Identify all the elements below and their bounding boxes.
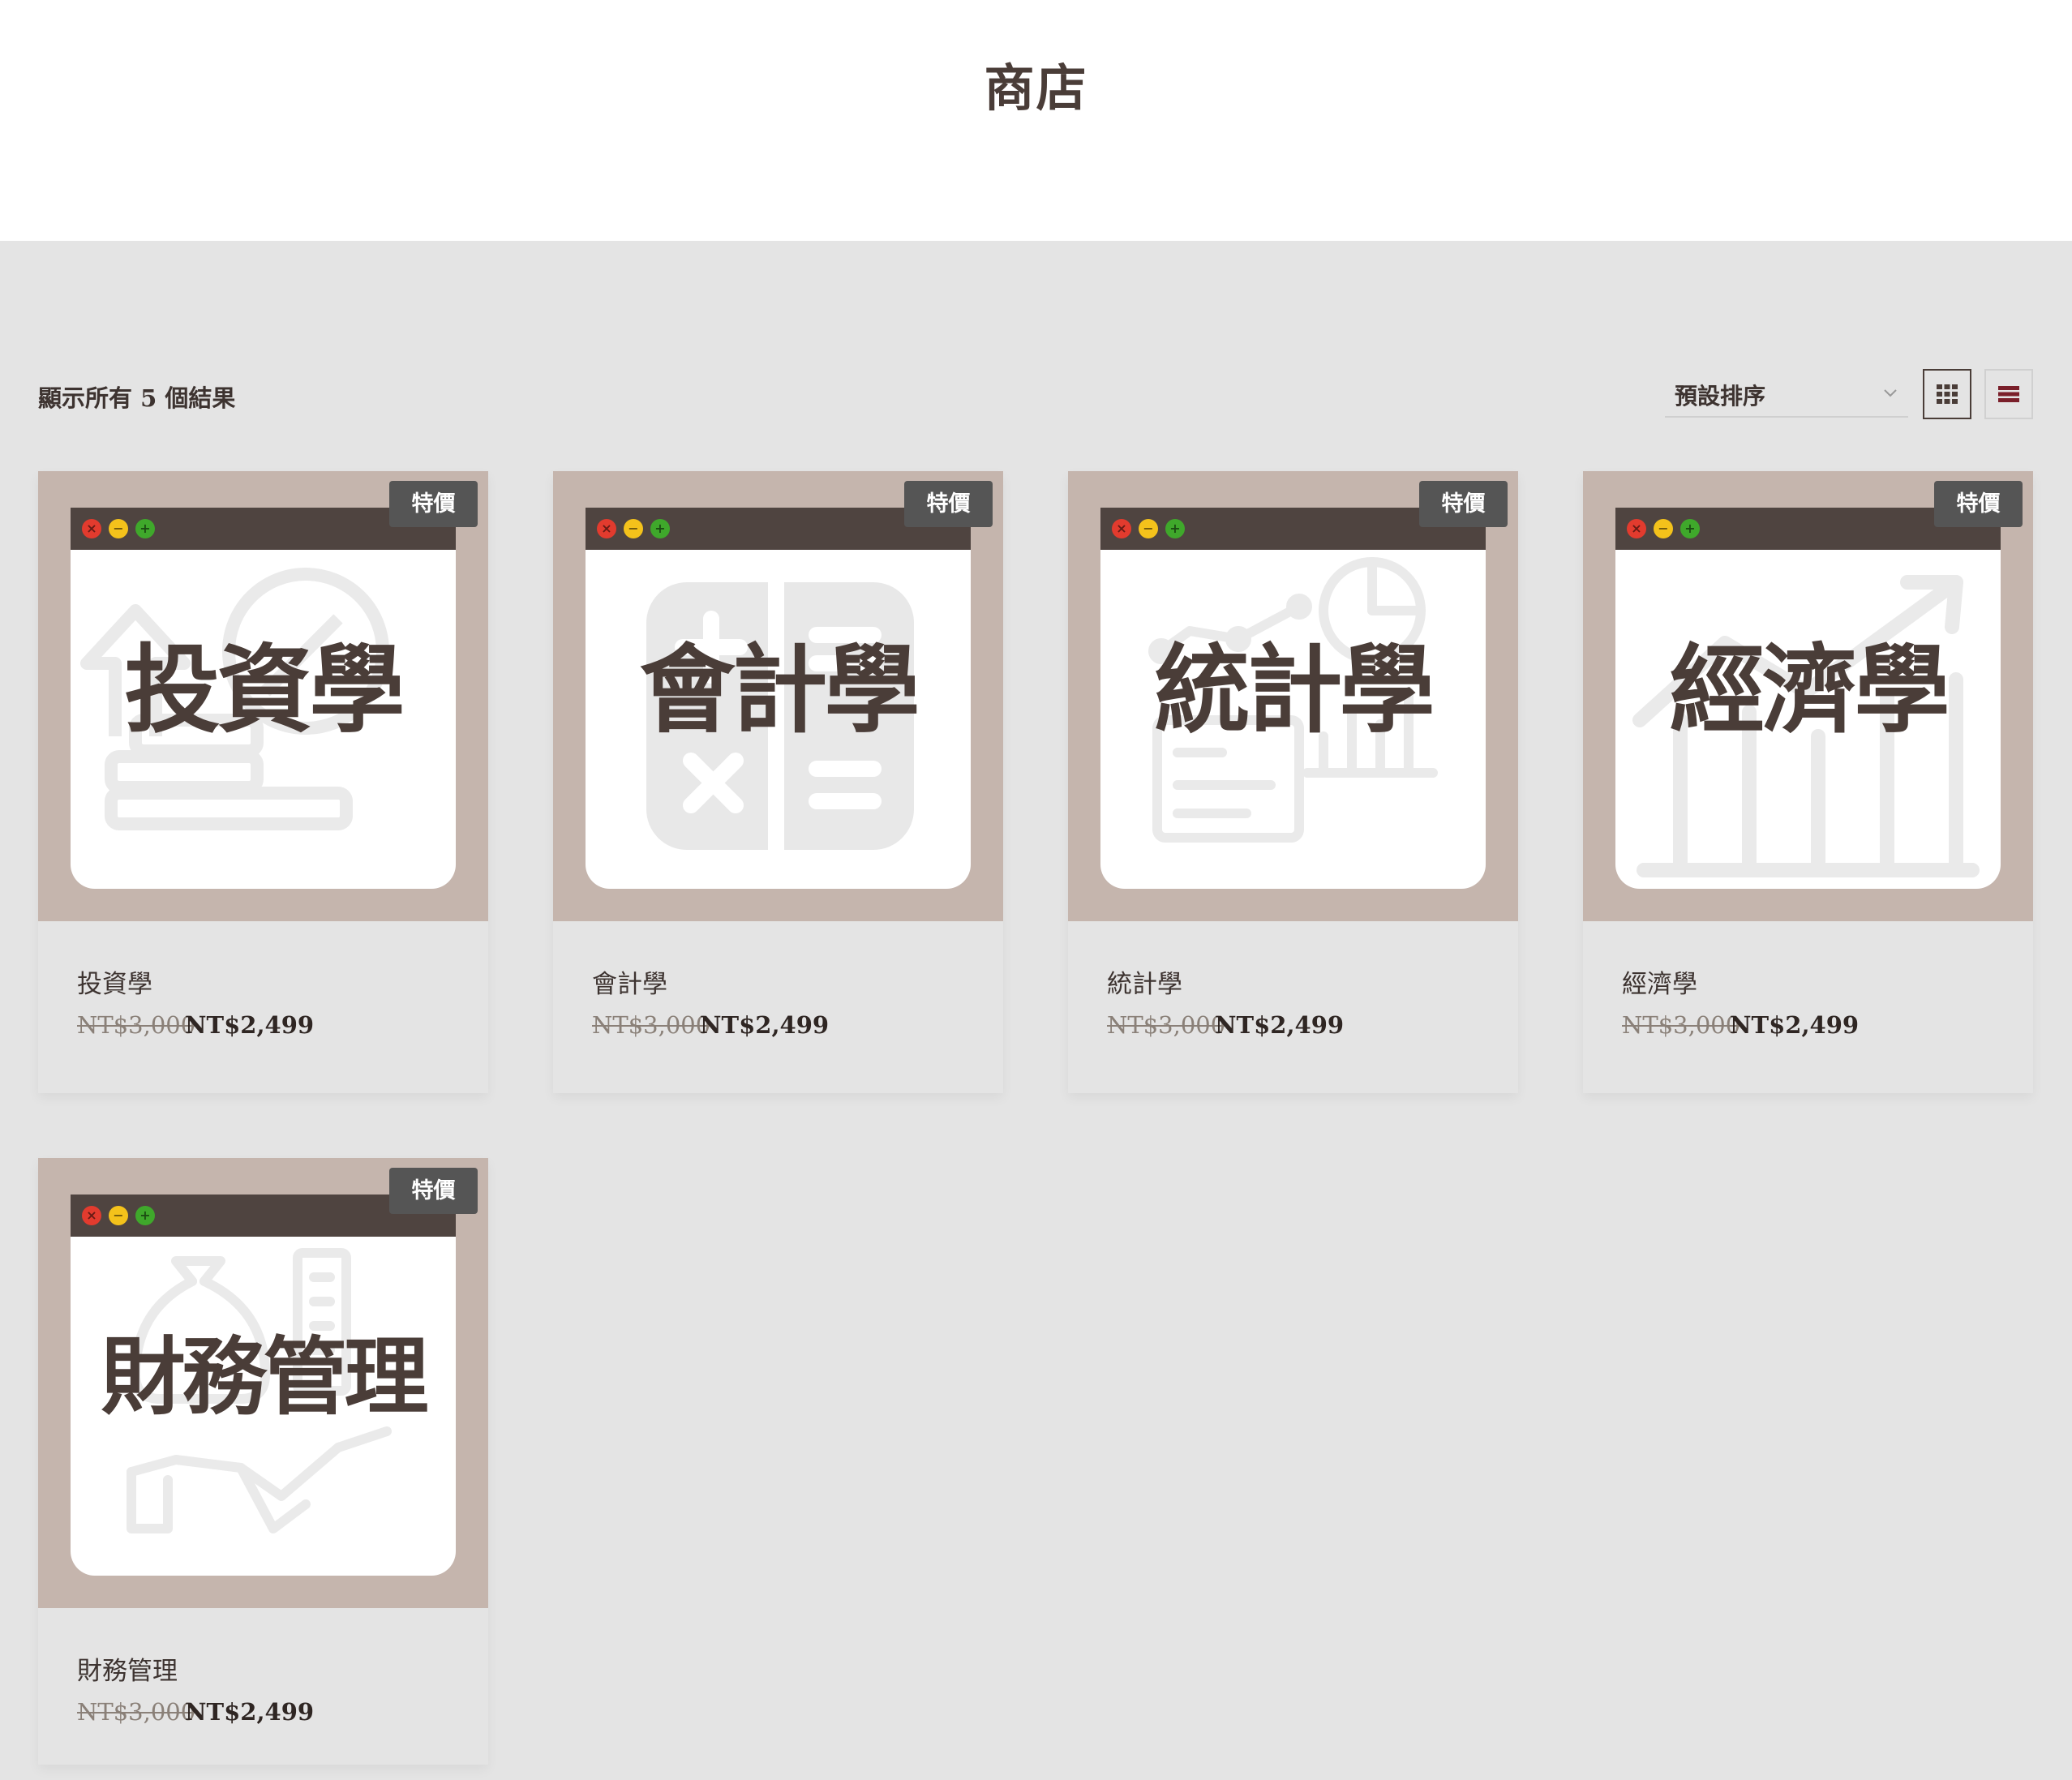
cover-title: 經濟學 bbox=[1669, 634, 1950, 746]
sort-dropdown[interactable]: 預設排序 bbox=[1665, 371, 1908, 418]
sale-price: NT$2,499 bbox=[185, 1011, 315, 1039]
sale-badge: 特價 bbox=[1419, 481, 1508, 527]
page-header: 商店 bbox=[0, 0, 2072, 241]
cover-title: 統計學 bbox=[1154, 634, 1435, 746]
cover-title: 會計學 bbox=[639, 634, 920, 746]
sale-price: NT$2,499 bbox=[1730, 1011, 1860, 1039]
window-frame: × − + 投資學 bbox=[71, 508, 456, 889]
minimize-dot-icon: − bbox=[109, 519, 128, 538]
close-dot-icon: × bbox=[597, 519, 616, 538]
minimize-dot-icon: − bbox=[624, 519, 643, 538]
window-frame: × − + 財務管理 bbox=[71, 1195, 456, 1576]
sort-label: 預設排序 bbox=[1675, 383, 1766, 410]
sale-price: NT$2,499 bbox=[700, 1011, 830, 1039]
minimize-dot-icon: − bbox=[1654, 519, 1673, 538]
regular-price: NT$3,000 bbox=[1107, 1011, 1226, 1039]
close-dot-icon: × bbox=[82, 519, 101, 538]
product-title[interactable]: 財務管理 bbox=[77, 1650, 178, 1687]
product-thumbnail[interactable]: × − + 會計學 特價 bbox=[553, 471, 1003, 921]
product-info: 會計學 NT$3,000 NT$2,499 bbox=[553, 921, 1003, 1093]
product-title[interactable]: 統計學 bbox=[1107, 963, 1182, 1000]
chevron-down-icon bbox=[1884, 389, 1897, 397]
regular-price: NT$3,000 bbox=[77, 1698, 196, 1726]
sale-price: NT$2,499 bbox=[1215, 1011, 1345, 1039]
close-dot-icon: × bbox=[1627, 519, 1646, 538]
product-card[interactable]: × − + 經濟學 特價 經濟學 NT$3,000 NT$2,499 bbox=[1583, 471, 2033, 1093]
regular-price: NT$3,000 bbox=[77, 1011, 196, 1039]
grid-icon bbox=[1937, 384, 1958, 404]
window-frame: × − + 會計學 bbox=[586, 508, 971, 889]
sale-price: NT$2,499 bbox=[185, 1698, 315, 1726]
product-thumbnail[interactable]: × − + 財務管理 特價 bbox=[38, 1158, 488, 1608]
product-info: 經濟學 NT$3,000 NT$2,499 bbox=[1583, 921, 2033, 1093]
sale-badge: 特價 bbox=[904, 481, 993, 527]
page-title: 商店 bbox=[984, 58, 1088, 118]
window-frame: × − + 經濟學 bbox=[1615, 508, 2001, 889]
product-title[interactable]: 投資學 bbox=[77, 963, 152, 1000]
list-view-button[interactable] bbox=[1984, 369, 2033, 419]
product-card[interactable]: × − + 投資學 特價 投資學 NT$3,000 NT$2,499 bbox=[38, 471, 488, 1093]
product-info: 財務管理 NT$3,000 NT$2,499 bbox=[38, 1608, 488, 1780]
product-info: 投資學 NT$3,000 NT$2,499 bbox=[38, 921, 488, 1093]
maximize-dot-icon: + bbox=[135, 519, 155, 538]
regular-price: NT$3,000 bbox=[592, 1011, 711, 1039]
product-thumbnail[interactable]: × − + 統計學 特價 bbox=[1068, 471, 1518, 921]
sale-badge: 特價 bbox=[389, 481, 478, 527]
product-card[interactable]: × − + 統計學 特價 統計學 NT$3,000 NT$2,499 bbox=[1068, 471, 1518, 1093]
cover-title: 財務管理 bbox=[101, 1327, 428, 1426]
maximize-dot-icon: + bbox=[1680, 519, 1700, 538]
product-title[interactable]: 會計學 bbox=[592, 963, 667, 1000]
window-frame: × − + 統計學 bbox=[1100, 508, 1486, 889]
close-dot-icon: × bbox=[82, 1206, 101, 1225]
product-info: 統計學 NT$3,000 NT$2,499 bbox=[1068, 921, 1518, 1093]
sale-badge: 特價 bbox=[1934, 481, 2023, 527]
regular-price: NT$3,000 bbox=[1622, 1011, 1741, 1039]
result-count: 顯示所有 5 個結果 bbox=[38, 384, 236, 412]
minimize-dot-icon: − bbox=[1139, 519, 1158, 538]
grid-view-button[interactable] bbox=[1923, 369, 1971, 419]
maximize-dot-icon: + bbox=[1165, 519, 1185, 538]
minimize-dot-icon: − bbox=[109, 1206, 128, 1225]
cover-title: 投資學 bbox=[124, 634, 405, 746]
product-title[interactable]: 經濟學 bbox=[1622, 963, 1697, 1000]
maximize-dot-icon: + bbox=[650, 519, 670, 538]
product-thumbnail[interactable]: × − + 經濟學 特價 bbox=[1583, 471, 2033, 921]
product-thumbnail[interactable]: × − + 投資學 特價 bbox=[38, 471, 488, 921]
maximize-dot-icon: + bbox=[135, 1206, 155, 1225]
product-card[interactable]: × − + 財務管理 特價 財務管理 NT$3,000 NT$2,499 bbox=[38, 1158, 488, 1765]
product-card[interactable]: × − + 會計學 特價 會計學 NT$3,000 NT$2,499 bbox=[553, 471, 1003, 1093]
close-dot-icon: × bbox=[1112, 519, 1131, 538]
list-icon bbox=[1998, 386, 2019, 402]
sale-badge: 特價 bbox=[389, 1168, 478, 1214]
